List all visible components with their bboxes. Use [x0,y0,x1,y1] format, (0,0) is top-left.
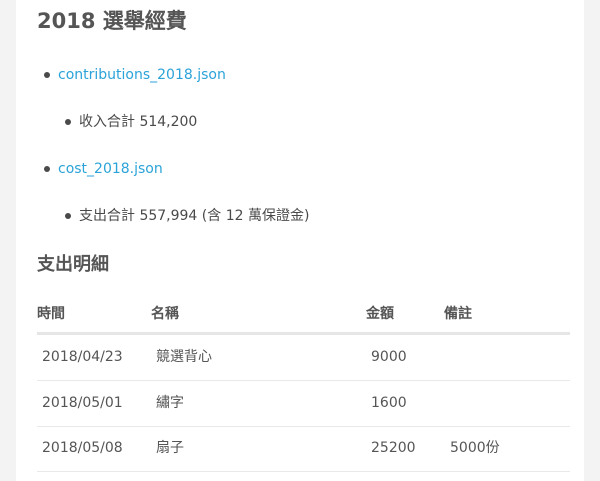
cell-name: 繡字 [156,395,184,411]
cost-file-link[interactable]: cost_2018.json [58,159,163,179]
cell-time: 2018/04/23 [42,349,123,365]
table-row: 2018/05/01 繡字 1600 [37,381,570,427]
income-total-text: 收入合計 514,200 [79,114,198,130]
cell-amount: 9000 [371,349,407,365]
contributions-file-link[interactable]: contributions_2018.json [58,65,226,85]
bullet-icon [65,119,71,125]
bullet-icon [44,72,50,78]
cell-name: 競選背心 [156,349,212,365]
cell-amount: 1600 [371,395,407,411]
cell-time: 2018/05/01 [42,395,123,411]
section-title-expense-details: 支出明細 [37,254,109,275]
expense-table: 時間 名稱 金額 備註 2018/04/23 競選背心 9000 2018/05… [37,296,570,481]
column-header-name: 名稱 [151,306,179,322]
column-header-time: 時間 [37,306,65,322]
table-row: 2018/04/23 競選背心 9000 [37,335,570,381]
cell-name: 扇子 [156,440,184,456]
cell-note: 5000份 [450,440,500,456]
table-row: 2018/05/08 扇子 25200 5000份 [37,426,570,472]
cell-amount: 25200 [371,440,416,456]
column-header-amount: 金額 [366,306,394,322]
expense-total-text: 支出合計 557,994 (含 12 萬保證金) [79,208,310,224]
content-card: 2018 選舉經費 contributions_2018.json 收入合計 5… [16,0,584,481]
bullet-icon [65,213,71,219]
bullet-icon [44,166,50,172]
page-title: 2018 選舉經費 [37,9,187,33]
column-header-note: 備註 [444,306,472,322]
cell-time: 2018/05/08 [42,440,123,456]
